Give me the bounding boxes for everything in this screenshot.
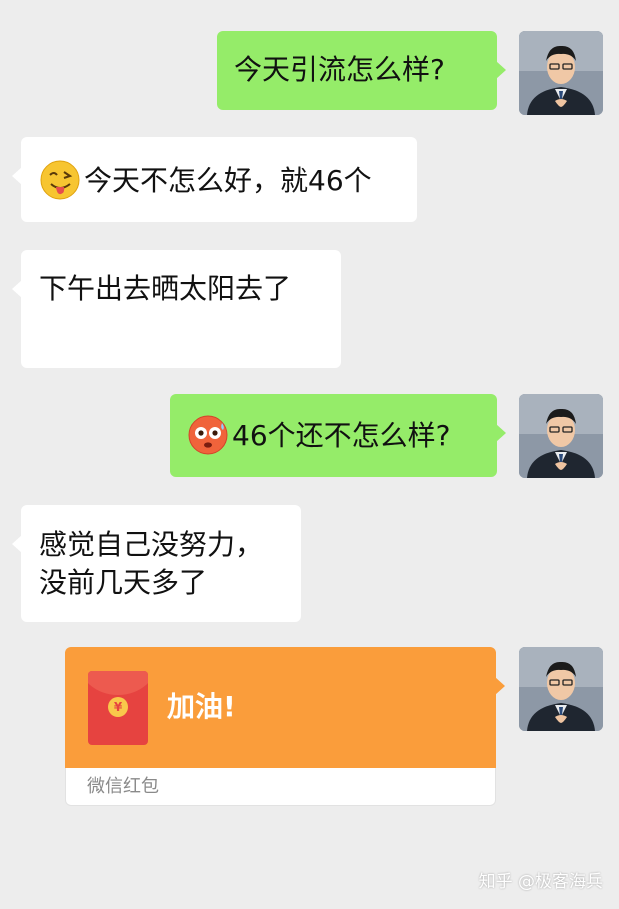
message-text: 46个还不怎么样?	[232, 419, 451, 452]
message-bubble-incoming[interactable]: 下午出去晒太阳去了	[12, 250, 341, 368]
red-packet-body[interactable]: ¥ 加油!	[65, 647, 505, 768]
message-text: 今天引流怎么样?	[234, 53, 445, 86]
message-text: 今天不怎么好，就46个	[84, 164, 372, 197]
message-bubble-outgoing[interactable]: 今天引流怎么样?	[217, 31, 506, 110]
message-text-line: 没前几天多了	[39, 566, 208, 599]
watermark: 知乎 @极客海兵	[478, 872, 603, 892]
red-packet-greeting: 加油!	[167, 690, 236, 723]
red-packet-label: 微信红包	[87, 776, 159, 797]
red-packet-footer: 微信红包	[65, 768, 496, 806]
message-bubble-incoming[interactable]: 今天不怎么好，就46个	[12, 137, 417, 222]
my-avatar[interactable]	[519, 647, 603, 731]
message-text: 下午出去晒太阳去了	[39, 272, 292, 305]
message-text-line: 感觉自己没努力，	[39, 528, 264, 561]
my-avatar[interactable]	[519, 394, 603, 478]
red-packet-message[interactable]: ¥ 加油! 微信红包	[65, 647, 505, 806]
my-avatar[interactable]	[519, 31, 603, 115]
flushed-icon	[188, 415, 228, 455]
red-envelope-icon: ¥	[88, 671, 148, 745]
message-bubble-incoming[interactable]: 感觉自己没努力， 没前几天多了	[12, 505, 301, 622]
coin-icon: ¥	[108, 697, 128, 717]
message-bubble-outgoing[interactable]: 46个还不怎么样?	[170, 394, 506, 477]
winking-tongue-icon	[40, 160, 80, 200]
chat-area: 今天引流怎么样? 今天不怎么好，就46个 下午出去晒太阳去了 46个还不怎么样?…	[0, 0, 619, 909]
